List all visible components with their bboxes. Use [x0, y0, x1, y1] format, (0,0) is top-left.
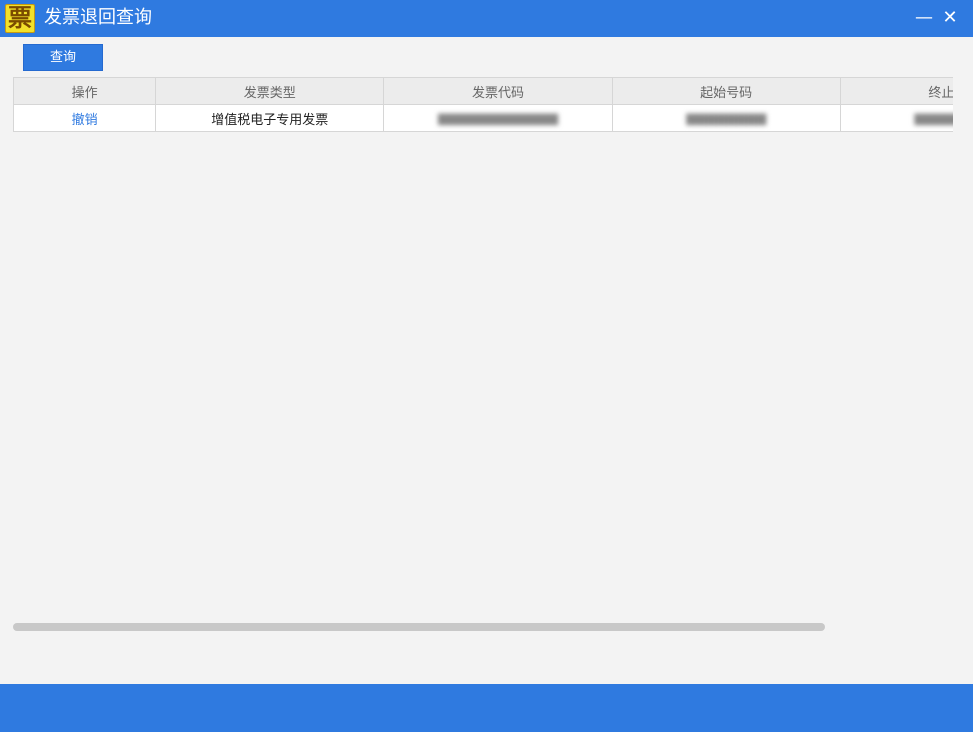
start-number-cell: ▆▆▆▆▆▆▆▆ [612, 104, 841, 132]
invoice-return-query-window: 票 发票退回查询 — ✕ 查询 操作 发票类型 发票代码 起始号码 终止 撤销 … [0, 0, 973, 732]
invoice-code-cell: ▆▆▆▆▆▆▆▆▆▆▆▆ [383, 104, 613, 132]
bottom-status-bar [0, 684, 973, 732]
revoke-link[interactable]: 撤销 [72, 113, 98, 128]
close-icon: ✕ [942, 7, 958, 28]
minimize-button[interactable]: — [912, 6, 936, 30]
invoice-type-cell: 增值税电子专用发票 [155, 104, 385, 132]
invoice-data-table: 操作 发票类型 发票代码 起始号码 终止号码 撤销 增值税电子专用发票 ▆▆▆▆… [14, 78, 953, 132]
column-header-end-number[interactable]: 终止号码 [840, 78, 953, 105]
window-title: 发票退回查询 [44, 7, 152, 28]
query-button[interactable]: 查询 [23, 44, 103, 71]
table-row[interactable]: 撤销 增值税电子专用发票 ▆▆▆▆▆▆▆▆▆▆▆▆ ▆▆▆▆▆▆▆▆ ▆▆▆▆▆… [14, 104, 953, 132]
minimize-icon: — [915, 7, 933, 28]
column-header-action[interactable]: 操作 [14, 78, 157, 105]
invoice-table: 操作 发票类型 发票代码 起始号码 终止号码 撤销 增值税电子专用发票 ▆▆▆▆… [13, 77, 953, 132]
horizontal-scrollbar[interactable] [13, 623, 825, 631]
redacted-start-number: ▆▆▆▆▆▆▆▆ [686, 110, 767, 126]
column-header-invoice-type[interactable]: 发票类型 [155, 78, 385, 105]
table-header-row: 操作 发票类型 发票代码 起始号码 终止号码 [14, 78, 953, 105]
action-cell: 撤销 [14, 104, 157, 132]
invoice-app-icon: 票 [5, 4, 35, 33]
title-bar: 票 发票退回查询 — ✕ [0, 0, 973, 37]
end-number-cell: ▆▆▆▆▆▆▆▆ [840, 104, 953, 132]
column-header-invoice-code[interactable]: 发票代码 [383, 78, 613, 105]
column-header-start-number[interactable]: 起始号码 [612, 78, 841, 105]
redacted-end-number: ▆▆▆▆▆▆▆▆ [914, 110, 953, 126]
redacted-invoice-code: ▆▆▆▆▆▆▆▆▆▆▆▆ [437, 110, 558, 126]
close-button[interactable]: ✕ [938, 6, 962, 30]
